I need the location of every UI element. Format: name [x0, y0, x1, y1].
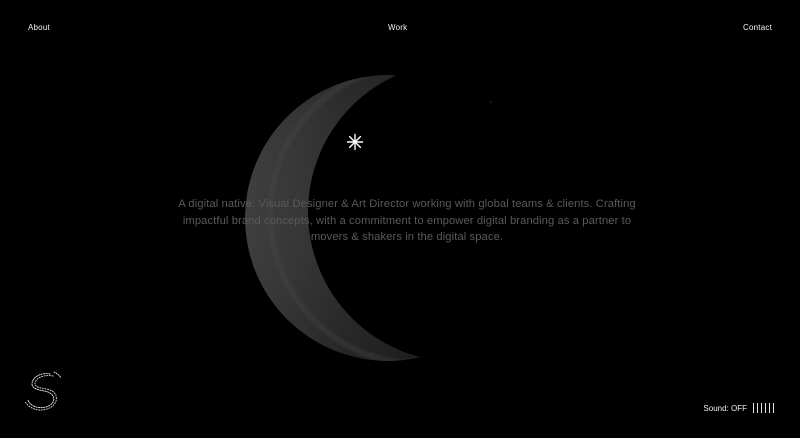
intro-line: movers & shakers in the digital space. — [310, 231, 504, 243]
sound-bar — [753, 403, 754, 413]
sparkle-icon — [346, 133, 364, 151]
intro-line: impactful brand concepts, with a commitm… — [182, 214, 632, 227]
sound-bars-icon — [753, 403, 774, 413]
sound-bar — [773, 403, 774, 413]
sound-label: Sound: OFF — [703, 403, 747, 413]
sound-bar — [761, 403, 762, 413]
sound-bar — [765, 403, 766, 413]
nav-work-link[interactable]: Work — [388, 23, 407, 32]
intro-line: A digital native. Visual Designer & Art … — [178, 198, 636, 210]
nav-contact-link[interactable]: Contact — [743, 23, 772, 32]
sound-bar — [769, 403, 770, 413]
page-stage: About Work Contact A digital native. Vis… — [0, 0, 800, 438]
sound-bar — [757, 403, 758, 413]
nav-about-link[interactable]: About — [28, 23, 50, 32]
sound-toggle[interactable]: Sound: OFF — [703, 402, 774, 414]
intro-text: A digital native. Visual Designer & Art … — [150, 196, 664, 246]
circular-logo-icon[interactable] — [20, 366, 68, 414]
